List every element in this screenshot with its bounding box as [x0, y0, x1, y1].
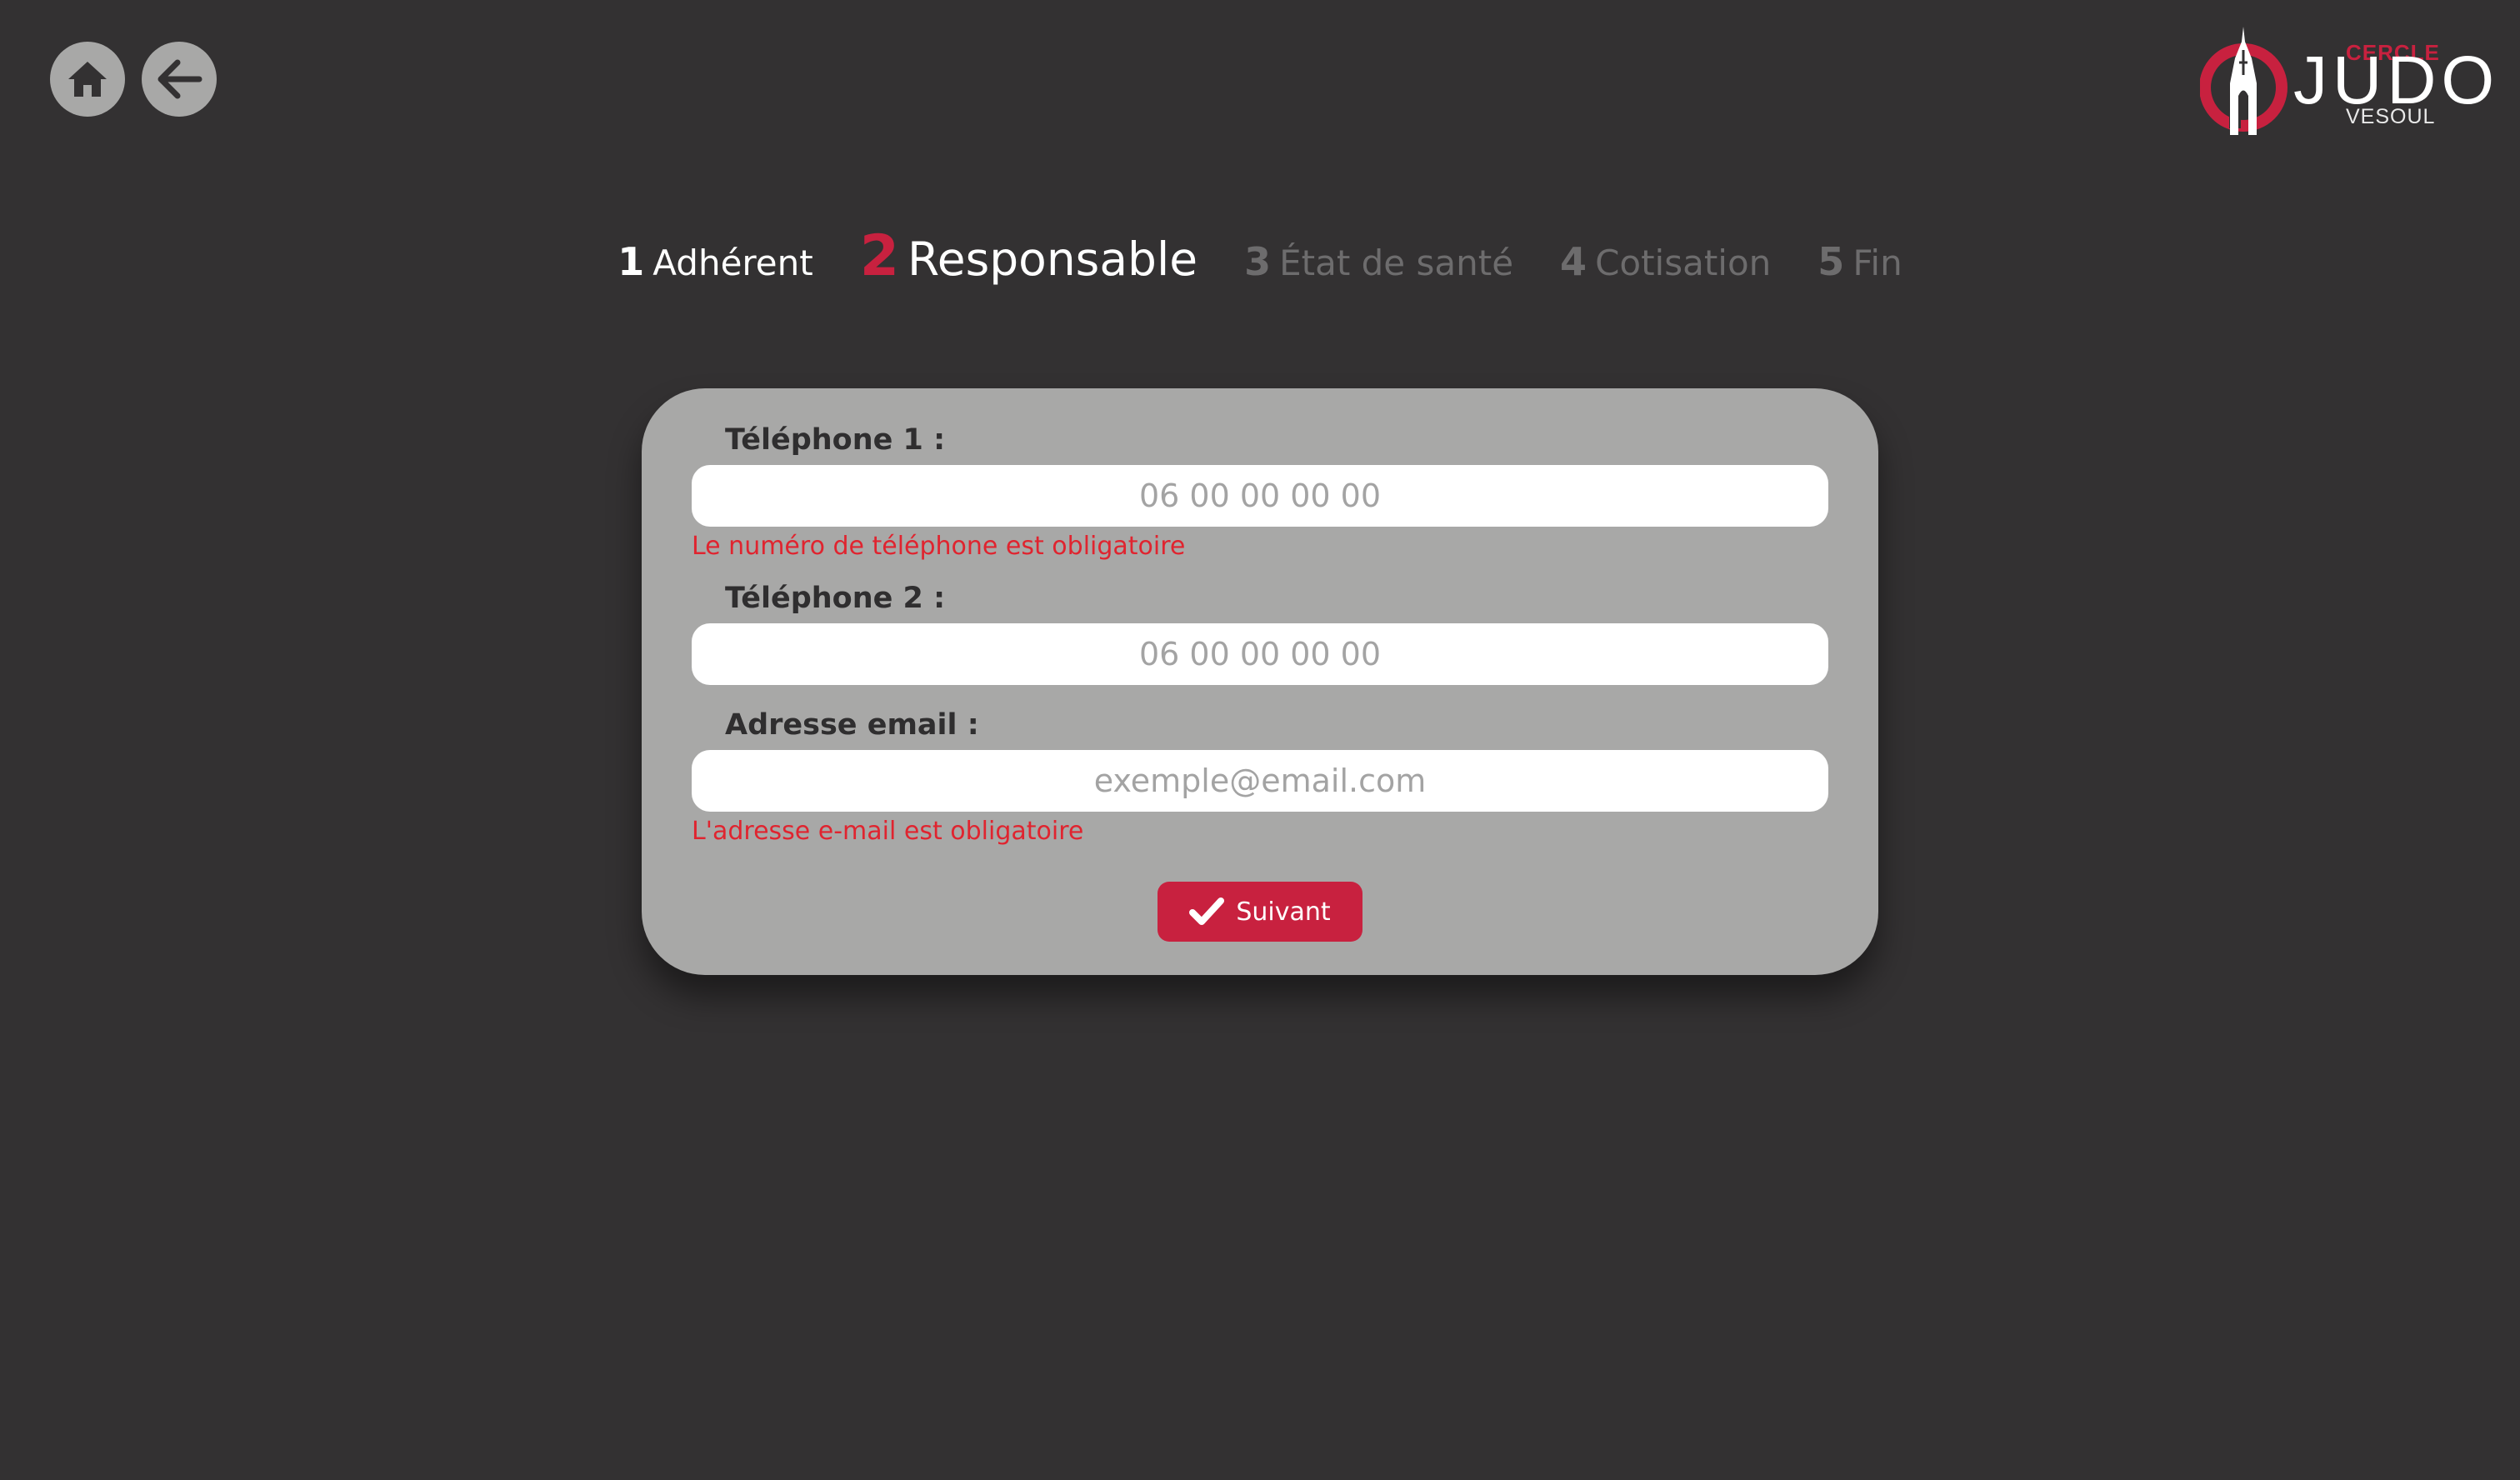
step-etat-de-sante: 3 État de santé [1244, 239, 1513, 284]
email-error: L'adresse e-mail est obligatoire [692, 817, 1084, 846]
back-button[interactable] [142, 42, 217, 117]
church-tower-logo-icon [2200, 27, 2288, 135]
email-input[interactable] [692, 750, 1828, 812]
step-number: 4 [1560, 239, 1588, 284]
step-fin: 5 Fin [1818, 239, 1902, 284]
phone2-label: Téléphone 2 : [725, 582, 946, 615]
phone2-input[interactable] [692, 623, 1828, 685]
suivant-button[interactable]: Suivant [1158, 882, 1362, 942]
step-number: 5 [1818, 239, 1845, 284]
arrow-left-icon [158, 59, 202, 99]
step-cotisation: 4 Cotisation [1560, 239, 1771, 284]
step-label: État de santé [1279, 242, 1514, 283]
step-label: Responsable [908, 232, 1198, 286]
step-adherent: 1 Adhérent [618, 239, 812, 284]
home-button[interactable] [50, 42, 125, 117]
check-icon [1189, 898, 1225, 925]
step-responsable: 2 Responsable [860, 223, 1198, 289]
club-logo: CERCLE JUDO VESOUL [2200, 25, 2494, 142]
suivant-label: Suivant [1236, 897, 1331, 927]
step-number: 1 [618, 239, 645, 284]
step-label: Fin [1852, 242, 1902, 283]
responsable-form-card: Téléphone 1 : Le numéro de téléphone est… [642, 388, 1878, 975]
step-number: 3 [1244, 239, 1272, 284]
phone1-error: Le numéro de téléphone est obligatoire [692, 532, 1186, 561]
logo-text-vesoul: VESOUL [2346, 105, 2436, 128]
step-label: Adhérent [652, 242, 813, 283]
phone1-label: Téléphone 1 : [725, 423, 946, 457]
step-number: 2 [859, 223, 900, 289]
step-label: Cotisation [1595, 242, 1772, 283]
email-label: Adresse email : [725, 708, 979, 742]
registration-stepper: 1 Adhérent 2 Responsable 3 État de santé… [0, 223, 2520, 289]
home-icon [68, 62, 107, 97]
phone1-input[interactable] [692, 465, 1828, 527]
